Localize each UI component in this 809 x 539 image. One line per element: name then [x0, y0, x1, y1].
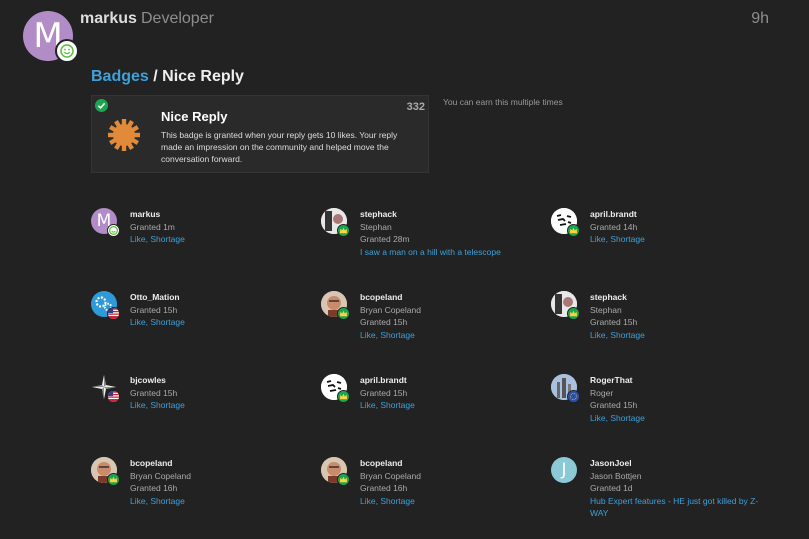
avatar[interactable]: M — [23, 11, 79, 63]
grant-post-link[interactable]: Like, Shortage — [130, 495, 315, 508]
grant-time: Granted 15h — [130, 387, 178, 398]
grant-fullname: Bryan Copeland — [360, 304, 421, 315]
grant-time: Granted 15h — [130, 304, 178, 315]
crown-icon — [567, 307, 580, 320]
grant-item: J JasonJoel Jason Bottjen Granted 1d Hub… — [551, 457, 766, 529]
grant-item: Otto_Mation Granted 15h Like, Shortage — [91, 291, 306, 363]
badge-icon — [106, 117, 142, 158]
multiple-note: You can earn this multiple times — [443, 97, 563, 107]
crown-icon — [337, 307, 350, 320]
crown-icon — [337, 390, 350, 403]
grant-fullname: Bryan Copeland — [130, 470, 191, 481]
breadcrumb-current: Nice Reply — [162, 68, 244, 85]
poster-username[interactable]: markus — [80, 10, 137, 28]
grant-item: bcopeland Bryan Copeland Granted 16h Lik… — [321, 457, 536, 529]
grant-username[interactable]: bcopeland — [360, 457, 545, 470]
breadcrumb-badges-link[interactable]: Badges — [91, 68, 149, 85]
grant-username[interactable]: bcopeland — [130, 457, 315, 470]
grant-item: april.brandt Granted 15h Like, Shortage — [321, 374, 536, 446]
grant-post-link[interactable]: Like, Shortage — [130, 399, 315, 412]
grant-post-link[interactable]: Hub Expert features - HE just got killed… — [590, 495, 775, 520]
grant-post-link[interactable]: Like, Shortage — [360, 399, 545, 412]
post-time[interactable]: 9h — [751, 10, 769, 28]
breadcrumb-separator: / — [148, 68, 163, 85]
grant-post-link[interactable]: Like, Shortage — [590, 412, 775, 425]
grant-post-link[interactable]: Like, Shortage — [360, 329, 545, 342]
grant-username[interactable]: markus — [130, 208, 315, 221]
breadcrumb: Badges / Nice Reply — [91, 68, 244, 86]
grant-fullname: Bryan Copeland — [360, 470, 421, 481]
grant-post-link[interactable]: Like, Shortage — [590, 233, 775, 246]
grant-time: Granted 15h — [360, 387, 408, 398]
grant-item: april.brandt Granted 14h Like, Shortage — [551, 208, 766, 280]
grant-username[interactable]: april.brandt — [360, 374, 545, 387]
grant-item: bjcowles Granted 15h Like, Shortage — [91, 374, 306, 446]
crown-icon — [337, 473, 350, 486]
badge-grant-count: 332 — [406, 101, 425, 113]
crown-icon — [337, 224, 350, 237]
grant-post-link[interactable]: Like, Shortage — [590, 329, 775, 342]
grant-username[interactable]: RogerThat — [590, 374, 775, 387]
grant-item: stephack Stephan Granted 28m I saw a man… — [321, 208, 536, 280]
grant-time: Granted 1m — [130, 221, 175, 232]
grant-item: bcopeland Bryan Copeland Granted 16h Lik… — [91, 457, 306, 529]
post-header: M markus Developer 9h — [0, 0, 809, 63]
grant-fullname: Jason Bottjen — [590, 470, 642, 481]
grant-time: Granted 14h — [590, 221, 638, 232]
grant-post-link[interactable]: I saw a man on a hill with a telescope — [360, 246, 545, 259]
grant-time: Granted 16h — [360, 483, 408, 493]
grant-fullname: Stephan — [360, 221, 392, 232]
grant-fullname: Roger — [590, 387, 614, 398]
grant-time: Granted 15h — [360, 317, 408, 327]
us-flag-icon — [107, 307, 120, 320]
grant-username[interactable]: bcopeland — [360, 291, 545, 304]
grant-item: bcopeland Bryan Copeland Granted 15h Lik… — [321, 291, 536, 363]
crown-icon — [107, 473, 120, 486]
badge-title: Nice Reply — [161, 109, 228, 124]
grant-time: Granted 15h — [590, 400, 638, 410]
badge-description: This badge is granted when your reply ge… — [161, 130, 398, 164]
smiley-icon — [107, 224, 120, 237]
grant-time: Granted 1d — [590, 483, 633, 493]
grant-username[interactable]: JasonJoel — [590, 457, 775, 470]
check-circle-icon — [95, 99, 108, 117]
grant-item: RogerThat Roger Granted 15h Like, Shorta… — [551, 374, 766, 446]
grant-username[interactable]: bjcowles — [130, 374, 315, 387]
crown-icon — [567, 224, 580, 237]
badge-card: 332 Nice Reply This badge is granted whe… — [91, 95, 429, 173]
grant-item: M markus Granted 1m Like, Shortage — [91, 208, 306, 280]
poster-role: Developer — [141, 10, 214, 27]
grant-time: Granted 16h — [130, 483, 178, 493]
grant-item: stephack Stephan Granted 15h Like, Short… — [551, 291, 766, 363]
grant-fullname: Stephan — [590, 304, 622, 315]
grant-time: Granted 28m — [360, 234, 410, 244]
grant-username[interactable]: april.brandt — [590, 208, 775, 221]
grant-username[interactable]: stephack — [590, 291, 775, 304]
grant-post-link[interactable]: Like, Shortage — [360, 495, 545, 508]
grant-username[interactable]: Otto_Mation — [130, 291, 315, 304]
grant-post-link[interactable]: Like, Shortage — [130, 316, 315, 329]
smiley-icon — [55, 39, 79, 63]
grant-post-link[interactable]: Like, Shortage — [130, 233, 315, 246]
us-flag-icon — [107, 390, 120, 403]
eu-flag-icon — [567, 390, 580, 403]
grant-time: Granted 15h — [590, 317, 638, 327]
grant-username[interactable]: stephack — [360, 208, 545, 221]
avatar[interactable]: J — [551, 457, 577, 483]
